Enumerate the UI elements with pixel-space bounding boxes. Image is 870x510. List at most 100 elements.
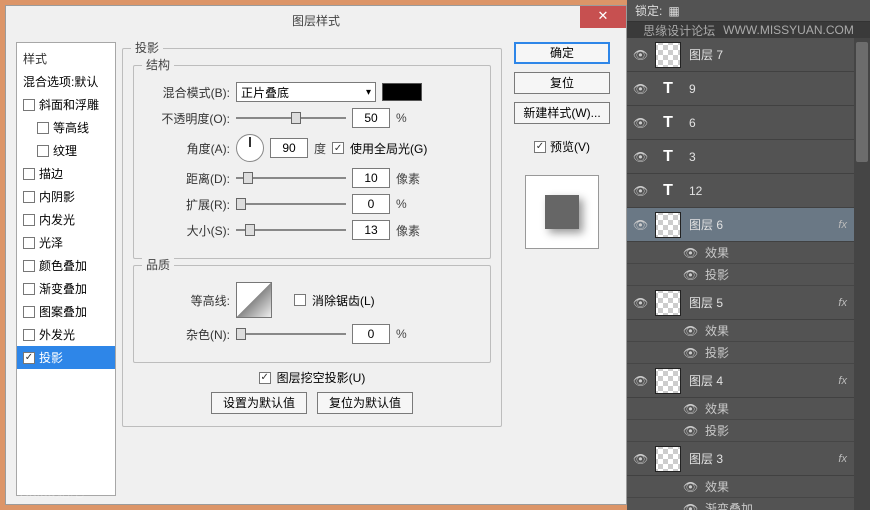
visibility-icon[interactable]: 👁 xyxy=(683,246,697,260)
effect-row[interactable]: 👁效果 xyxy=(627,476,870,498)
visibility-icon[interactable]: 👁 xyxy=(683,268,697,282)
layer-name: 图层 5 xyxy=(689,294,830,311)
layers-scrollbar[interactable] xyxy=(854,38,870,510)
style-item[interactable]: 内发光 xyxy=(17,208,115,231)
layer-row[interactable]: 👁图层 6fx▾ xyxy=(627,208,870,242)
style-item[interactable]: 等高线 xyxy=(17,116,115,139)
layer-row[interactable]: 👁图层 5fx▾ xyxy=(627,286,870,320)
text-layer-icon: T xyxy=(655,178,681,204)
style-checkbox[interactable] xyxy=(23,191,35,203)
opacity-slider[interactable] xyxy=(236,110,346,126)
layer-thumbnail xyxy=(655,42,681,68)
style-item[interactable]: 斜面和浮雕 xyxy=(17,93,115,116)
style-checkbox[interactable] xyxy=(23,214,35,226)
size-slider[interactable] xyxy=(236,222,346,238)
visibility-icon[interactable]: 👁 xyxy=(683,502,697,510)
style-checkbox[interactable] xyxy=(23,329,35,341)
style-checkbox[interactable] xyxy=(37,145,49,157)
distance-slider[interactable] xyxy=(236,170,346,186)
style-item[interactable]: 光泽 xyxy=(17,231,115,254)
new-style-button[interactable]: 新建样式(W)... xyxy=(514,102,610,124)
size-input[interactable]: 13 xyxy=(352,220,390,240)
style-checkbox[interactable] xyxy=(37,122,49,134)
fx-badge: fx xyxy=(838,453,847,465)
layer-row[interactable]: 👁T6 xyxy=(627,106,870,140)
layer-thumbnail xyxy=(655,212,681,238)
effect-item[interactable]: 👁投影 xyxy=(627,420,870,442)
layer-thumbnail xyxy=(655,290,681,316)
style-item[interactable]: 内阴影 xyxy=(17,185,115,208)
distance-input[interactable]: 10 xyxy=(352,168,390,188)
knockout-label: 图层挖空投影(U) xyxy=(277,369,366,386)
spread-slider[interactable] xyxy=(236,196,346,212)
knockout-checkbox[interactable] xyxy=(259,372,271,384)
layer-row[interactable]: 👁T9 xyxy=(627,72,870,106)
preview-checkbox[interactable] xyxy=(534,141,546,153)
cancel-button[interactable]: 复位 xyxy=(514,72,610,94)
style-checkbox[interactable] xyxy=(23,99,35,111)
style-checkbox[interactable] xyxy=(23,237,35,249)
effect-item[interactable]: 👁投影 xyxy=(627,264,870,286)
layer-row[interactable]: 👁图层 3fx▾ xyxy=(627,442,870,476)
style-item[interactable]: 颜色叠加 xyxy=(17,254,115,277)
layers-panel: 锁定: ▦ 思缘设计论坛 WWW.MISSYUAN.COM 👁图层 7👁T9👁T… xyxy=(627,0,870,510)
effect-row[interactable]: 👁效果 xyxy=(627,398,870,420)
section-title: 投影 xyxy=(131,39,163,56)
noise-slider[interactable] xyxy=(236,326,346,342)
visibility-icon[interactable]: 👁 xyxy=(633,48,647,62)
opacity-input[interactable]: 50 xyxy=(352,108,390,128)
lock-icon[interactable]: ▦ xyxy=(668,4,679,18)
blend-options-item[interactable]: 混合选项:默认 xyxy=(17,70,115,93)
visibility-icon[interactable]: 👁 xyxy=(683,346,697,360)
blend-mode-select[interactable]: 正片叠底▾ xyxy=(236,82,376,102)
visibility-icon[interactable]: 👁 xyxy=(683,424,697,438)
style-item[interactable]: 投影 xyxy=(17,346,115,369)
style-checkbox[interactable] xyxy=(23,260,35,272)
ok-button[interactable]: 确定 xyxy=(514,42,610,64)
style-checkbox[interactable] xyxy=(23,168,35,180)
effect-item[interactable]: 👁投影 xyxy=(627,342,870,364)
set-default-button[interactable]: 设置为默认值 xyxy=(211,392,307,414)
effect-item[interactable]: 👁渐变叠加 xyxy=(627,498,870,510)
layer-row[interactable]: 👁图层 7 xyxy=(627,38,870,72)
style-item[interactable]: 图案叠加 xyxy=(17,300,115,323)
dialog-title: 图层样式 xyxy=(292,12,340,29)
contour-picker[interactable] xyxy=(236,282,272,318)
layer-row[interactable]: 👁 T 12 xyxy=(627,174,870,208)
angle-label: 角度(A): xyxy=(144,140,230,157)
watermark-bar: 思缘设计论坛 WWW.MISSYUAN.COM xyxy=(627,22,870,38)
visibility-icon[interactable]: 👁 xyxy=(683,402,697,416)
visibility-icon[interactable]: 👁 xyxy=(633,452,647,466)
antialias-checkbox[interactable] xyxy=(294,294,306,306)
layer-name: 12 xyxy=(689,184,864,198)
angle-input[interactable]: 90 xyxy=(270,138,308,158)
angle-dial[interactable] xyxy=(236,134,264,162)
visibility-icon[interactable]: 👁 xyxy=(683,324,697,338)
visibility-icon[interactable]: 👁 xyxy=(683,480,697,494)
close-button[interactable]: ✕ xyxy=(580,6,626,28)
style-item[interactable]: 渐变叠加 xyxy=(17,277,115,300)
visibility-icon[interactable]: 👁 xyxy=(633,296,647,310)
style-checkbox[interactable] xyxy=(23,306,35,318)
preview-label: 预览(V) xyxy=(550,138,590,155)
visibility-icon[interactable]: 👁 xyxy=(633,82,647,96)
layer-row[interactable]: 👁图层 4fx▾ xyxy=(627,364,870,398)
style-checkbox[interactable] xyxy=(23,352,35,364)
style-item[interactable]: 描边 xyxy=(17,162,115,185)
visibility-icon[interactable]: 👁 xyxy=(633,218,647,232)
layer-row[interactable]: 👁T3 xyxy=(627,140,870,174)
effect-row[interactable]: 👁效果 xyxy=(627,242,870,264)
visibility-icon[interactable]: 👁 xyxy=(633,150,647,164)
reset-default-button[interactable]: 复位为默认值 xyxy=(317,392,413,414)
style-item[interactable]: 纹理 xyxy=(17,139,115,162)
global-light-checkbox[interactable] xyxy=(332,142,344,154)
noise-input[interactable]: 0 xyxy=(352,324,390,344)
spread-input[interactable]: 0 xyxy=(352,194,390,214)
effect-row[interactable]: 👁效果 xyxy=(627,320,870,342)
style-checkbox[interactable] xyxy=(23,283,35,295)
visibility-icon[interactable]: 👁 xyxy=(633,184,647,198)
visibility-icon[interactable]: 👁 xyxy=(633,374,647,388)
style-item[interactable]: 外发光 xyxy=(17,323,115,346)
visibility-icon[interactable]: 👁 xyxy=(633,116,647,130)
shadow-color-swatch[interactable] xyxy=(382,83,422,101)
